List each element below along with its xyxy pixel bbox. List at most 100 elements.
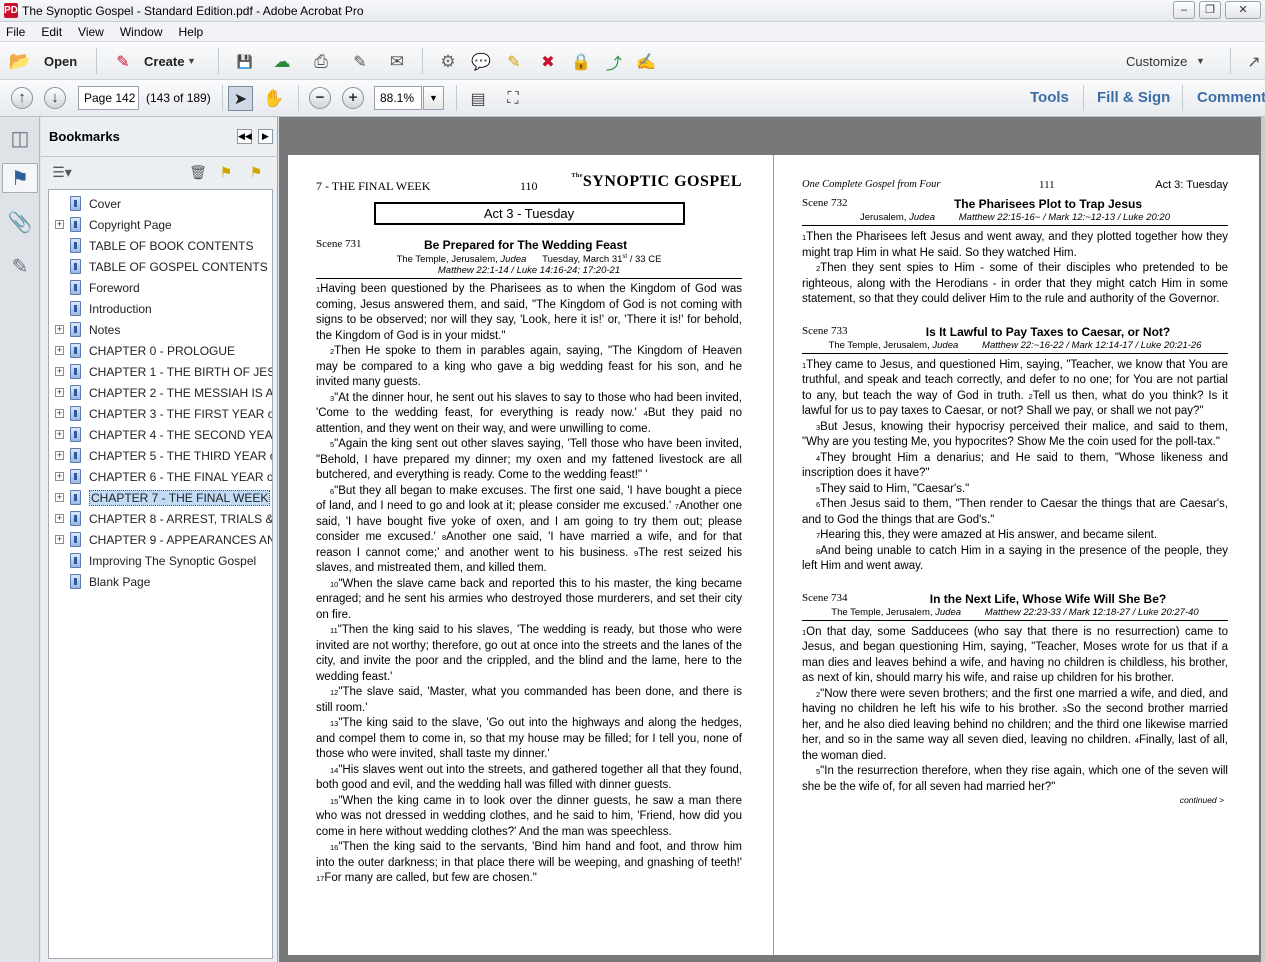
expand-icon[interactable]: + [55, 409, 64, 418]
customize-dropdown-icon[interactable]: ▼ [1196, 56, 1205, 66]
bookmark-item[interactable]: + CHAPTER 8 - ARREST, TRIALS & CR [49, 509, 272, 530]
verse-text: They said to Him, "Caesar's." [820, 482, 970, 495]
edit-document-icon[interactable]: ✎ [348, 51, 372, 73]
bookmark-item[interactable]: Introduction [49, 299, 272, 320]
select-tool-icon[interactable]: ➤ [228, 86, 253, 111]
comment-bubble-icon[interactable]: 💬 [470, 51, 492, 73]
signatures-icon[interactable]: ✎ [6, 251, 34, 281]
expand-icon[interactable]: + [55, 220, 64, 229]
create-pdf-icon[interactable]: ✎ [112, 51, 134, 73]
bookmark-item[interactable]: + CHAPTER 6 - THE FINAL YEAR of H [49, 467, 272, 488]
minimize-button[interactable]: – [1173, 1, 1195, 19]
page-thumbnails-icon[interactable]: ◫ [6, 123, 34, 153]
bookmark-item[interactable]: Improving The Synoptic Gospel [49, 551, 272, 572]
fit-page-icon[interactable]: ▤ [467, 86, 489, 111]
expand-icon[interactable]: + [55, 493, 64, 502]
verse-paragraph: 16"Then the king said to the servants, '… [316, 840, 742, 887]
cloud-upload-icon[interactable]: ☁ [270, 51, 294, 73]
expand-icon[interactable]: + [55, 430, 64, 439]
expand-icon[interactable]: + [55, 388, 64, 397]
close-button[interactable]: ✕ [1225, 1, 1261, 19]
delete-page-icon[interactable]: ✖ [537, 51, 559, 73]
scene-title: The Pharisees Plot to Trap Jesus [953, 197, 1143, 211]
expand-icon[interactable]: + [55, 472, 64, 481]
bookmark-item[interactable]: + CHAPTER 0 - PROLOGUE [49, 341, 272, 362]
zoom-dropdown-icon[interactable]: ▼ [423, 86, 444, 110]
menu-help[interactable]: Help [179, 25, 204, 39]
new-bookmark-icon[interactable]: ⚑ [217, 164, 235, 182]
full-screen-icon[interactable]: ⛶ [502, 86, 524, 111]
customize-button[interactable]: Customize [1126, 54, 1187, 69]
bookmark-item[interactable]: + Notes [49, 320, 272, 341]
options-menu-icon[interactable]: ☰▾ [49, 164, 75, 182]
bookmark-item[interactable]: + CHAPTER 3 - THE FIRST YEAR of H [49, 404, 272, 425]
hand-tool-icon[interactable]: ✋ [262, 86, 286, 111]
expand-icon[interactable]: + [55, 346, 64, 355]
save-icon[interactable]: 💾 [234, 51, 256, 73]
previous-page-icon[interactable]: ↑ [11, 87, 33, 109]
tools-tab[interactable]: Tools [1030, 89, 1069, 106]
bookmark-icon [70, 301, 81, 316]
collapse-panel-icon[interactable]: ◀◀ [237, 129, 252, 144]
menu-edit[interactable]: Edit [41, 25, 62, 39]
expand-icon[interactable]: + [55, 367, 64, 376]
menu-file[interactable]: File [6, 25, 25, 39]
trash-icon[interactable]: 🗑 [189, 164, 207, 182]
security-icon[interactable]: 🔒 [570, 51, 592, 73]
menu-view[interactable]: View [78, 25, 104, 39]
verse-number: 11 [330, 626, 338, 636]
zoom-in-icon[interactable]: + [342, 87, 364, 109]
expand-icon[interactable]: + [55, 535, 64, 544]
expand-icon[interactable]: ↗ [1244, 51, 1264, 73]
expand-icon[interactable]: + [55, 451, 64, 460]
sign-icon[interactable]: ✍ [635, 51, 657, 73]
highlight-icon[interactable]: ✎ [503, 51, 525, 73]
expand-bookmark-icon[interactable]: ⚑ [247, 164, 265, 182]
attachments-icon[interactable]: 📎 [6, 207, 34, 237]
scene-label: Scene 731 [316, 238, 362, 250]
email-icon[interactable]: ✉ [385, 51, 409, 73]
bookmark-item[interactable]: Blank Page [49, 572, 272, 593]
bookmark-item[interactable]: + CHAPTER 2 - THE MESSIAH IS ANC [49, 383, 272, 404]
verse-text: "The king said to the slave, 'Go out int… [316, 717, 742, 761]
left-page: 7 - THE FINAL WEEK 110 TheSYNOPTIC GOSPE… [316, 173, 742, 887]
verse-text: Then He spoke to them in parables again,… [316, 345, 742, 389]
folder-icon[interactable]: 📂 [8, 51, 32, 71]
expand-icon[interactable]: + [55, 325, 64, 334]
create-button[interactable]: Create [144, 54, 184, 69]
bookmark-label: Foreword [89, 281, 140, 295]
comment-tab[interactable]: Comment [1197, 89, 1265, 106]
zoom-out-icon[interactable]: − [309, 87, 331, 109]
bookmark-item[interactable]: + Copyright Page [49, 215, 272, 236]
create-dropdown-icon[interactable]: ▼ [187, 56, 196, 66]
bookmark-icon [70, 217, 81, 232]
bookmark-item[interactable]: Foreword [49, 278, 272, 299]
open-button[interactable]: Open [44, 54, 77, 69]
bookmarks-tree: Cover + Copyright Page TABLE OF BOOK CONTEN… [48, 189, 273, 959]
bookmark-item[interactable]: + CHAPTER 7 - THE FINAL WEEK [49, 488, 272, 509]
bookmark-item[interactable]: TABLE OF BOOK CONTENTS [49, 236, 272, 257]
bookmark-item[interactable]: + CHAPTER 1 - THE BIRTH OF JESUS [49, 362, 272, 383]
bookmark-item[interactable]: + CHAPTER 9 - APPEARANCES AND [49, 530, 272, 551]
verse-text: Having been questioned by the Pharisees … [316, 283, 742, 342]
maximize-button[interactable]: ❐ [1199, 1, 1221, 19]
page-number-input[interactable]: Page 142 [78, 86, 139, 110]
print-icon[interactable]: ⎙ [309, 51, 333, 73]
menu-window[interactable]: Window [120, 25, 163, 39]
bookmarks-icon[interactable]: ⚑ [2, 163, 38, 193]
bookmark-item[interactable]: TABLE OF GOSPEL CONTENTS [49, 257, 272, 278]
bookmark-item[interactable]: Cover [49, 194, 272, 215]
expand-panel-icon[interactable]: ▶ [258, 129, 273, 144]
next-page-icon[interactable]: ↓ [44, 87, 66, 109]
continued-label: continued > [1179, 795, 1224, 805]
bookmark-item[interactable]: + CHAPTER 5 - THE THIRD YEAR of H [49, 446, 272, 467]
expand-icon[interactable]: + [55, 514, 64, 523]
zoom-input[interactable]: 88.1% [374, 86, 422, 110]
export-icon[interactable]: ⤴ [603, 51, 625, 73]
gear-icon[interactable]: ⚙ [437, 51, 459, 73]
scrollbar[interactable] [1261, 117, 1265, 962]
bookmark-icon [70, 448, 81, 463]
bookmark-item[interactable]: + CHAPTER 4 - THE SECOND YEAR o [49, 425, 272, 446]
page-count: (143 of 189) [146, 91, 211, 105]
fill-sign-tab[interactable]: Fill & Sign [1097, 89, 1170, 106]
